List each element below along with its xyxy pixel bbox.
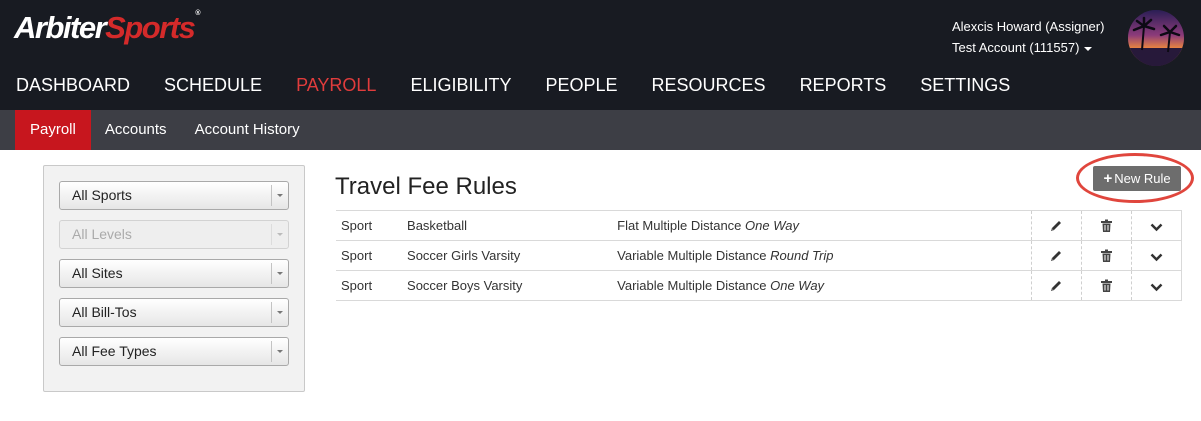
rule-method: Flat Multiple Distance [617, 218, 742, 233]
sports-select[interactable]: All Sports [59, 181, 289, 210]
account-selector[interactable]: Test Account (111557) [952, 37, 1104, 58]
rule-direction: One Way [770, 278, 825, 293]
logo-text-sports: Sports [105, 10, 196, 45]
top-header: ArbiterSports® Alexcis Howard (Assigner)… [0, 0, 1201, 110]
nav-resources[interactable]: RESOURCES [635, 68, 783, 102]
pencil-icon [1051, 221, 1062, 232]
rules-table: Sport Basketball Flat Multiple Distance … [336, 210, 1183, 301]
billtos-select-value: All Bill-Tos [72, 304, 137, 320]
levels-select-value: All Levels [72, 226, 132, 242]
feetypes-select[interactable]: All Fee Types [59, 337, 289, 366]
chevron-down-icon [1150, 253, 1163, 261]
rule-type: Sport [336, 270, 408, 301]
page-title: Travel Fee Rules [335, 173, 517, 200]
nav-settings[interactable]: SETTINGS [903, 68, 1027, 102]
chevron-down-icon [271, 263, 288, 284]
rule-method: Variable Multiple Distance [617, 248, 767, 263]
logo-text-arbiter: Arbiter [14, 10, 107, 45]
rule-description: Flat Multiple Distance One Way [617, 210, 1032, 241]
trash-icon [1100, 279, 1112, 293]
nav-payroll[interactable]: PAYROLL [279, 68, 393, 102]
nav-eligibility[interactable]: ELIGIBILITY [393, 68, 528, 102]
edit-button[interactable] [1030, 210, 1082, 241]
delete-button[interactable] [1080, 210, 1132, 241]
sports-select-value: All Sports [72, 187, 132, 203]
trash-icon [1100, 249, 1112, 263]
sites-select[interactable]: All Sites [59, 259, 289, 288]
rule-description: Variable Multiple Distance Round Trip [617, 240, 1032, 271]
user-name: Alexcis Howard (Assigner) [952, 19, 1105, 34]
rule-method: Variable Multiple Distance [617, 278, 767, 293]
chevron-down-icon [1150, 283, 1163, 291]
billtos-select[interactable]: All Bill-Tos [59, 298, 289, 327]
subnav-accounts[interactable]: Accounts [91, 110, 181, 150]
avatar-image [1128, 10, 1184, 66]
table-row: Sport Basketball Flat Multiple Distance … [336, 210, 1183, 241]
caret-down-icon [1084, 46, 1093, 51]
sites-select-value: All Sites [72, 265, 123, 281]
rule-direction: Round Trip [770, 248, 834, 263]
rule-type: Sport [336, 210, 408, 241]
filter-panel: All Sports All Levels All Sites All Bill… [43, 165, 305, 392]
levels-select: All Levels [59, 220, 289, 249]
new-rule-button[interactable]: + New Rule [1093, 166, 1181, 191]
expand-button[interactable] [1130, 240, 1183, 271]
rule-description: Variable Multiple Distance One Way [617, 270, 1032, 301]
pencil-icon [1051, 281, 1062, 292]
nav-dashboard[interactable]: DASHBOARD [0, 68, 147, 102]
trash-icon [1100, 219, 1112, 233]
chevron-down-icon [271, 341, 288, 362]
chevron-down-icon [1150, 223, 1163, 231]
feetypes-select-value: All Fee Types [72, 343, 157, 359]
rule-name: Soccer Girls Varsity [407, 240, 618, 271]
table-row: Sport Soccer Boys Varsity Variable Multi… [336, 270, 1183, 301]
nav-schedule[interactable]: SCHEDULE [147, 68, 279, 102]
nav-reports[interactable]: REPORTS [783, 68, 904, 102]
rule-name: Soccer Boys Varsity [407, 270, 618, 301]
rule-type: Sport [336, 240, 408, 271]
expand-button[interactable] [1130, 270, 1183, 301]
pencil-icon [1051, 251, 1062, 262]
edit-button[interactable] [1030, 240, 1082, 271]
table-row: Sport Soccer Girls Varsity Variable Mult… [336, 240, 1183, 271]
subnav-account-history[interactable]: Account History [181, 110, 314, 150]
rule-direction: One Way [745, 218, 799, 233]
sub-nav: Payroll Accounts Account History [0, 110, 1201, 150]
arbitersports-logo[interactable]: ArbiterSports® [14, 10, 201, 46]
new-rule-label: New Rule [1114, 171, 1171, 186]
rule-name: Basketball [407, 210, 618, 241]
chevron-down-icon [271, 302, 288, 323]
main-nav: DASHBOARD SCHEDULE PAYROLL ELIGIBILITY P… [0, 68, 1027, 102]
user-info: Alexcis Howard (Assigner) Test Account (… [952, 16, 1104, 58]
avatar[interactable] [1128, 10, 1184, 66]
subnav-payroll[interactable]: Payroll [15, 110, 91, 150]
chevron-down-icon [271, 185, 288, 206]
expand-button[interactable] [1130, 210, 1183, 241]
chevron-down-icon [271, 224, 288, 245]
delete-button[interactable] [1080, 240, 1132, 271]
plus-icon: + [1103, 170, 1113, 187]
nav-people[interactable]: PEOPLE [528, 68, 634, 102]
delete-button[interactable] [1080, 270, 1132, 301]
account-name: Test Account (111557) [952, 40, 1080, 55]
logo-trademark: ® [195, 10, 201, 17]
edit-button[interactable] [1030, 270, 1082, 301]
